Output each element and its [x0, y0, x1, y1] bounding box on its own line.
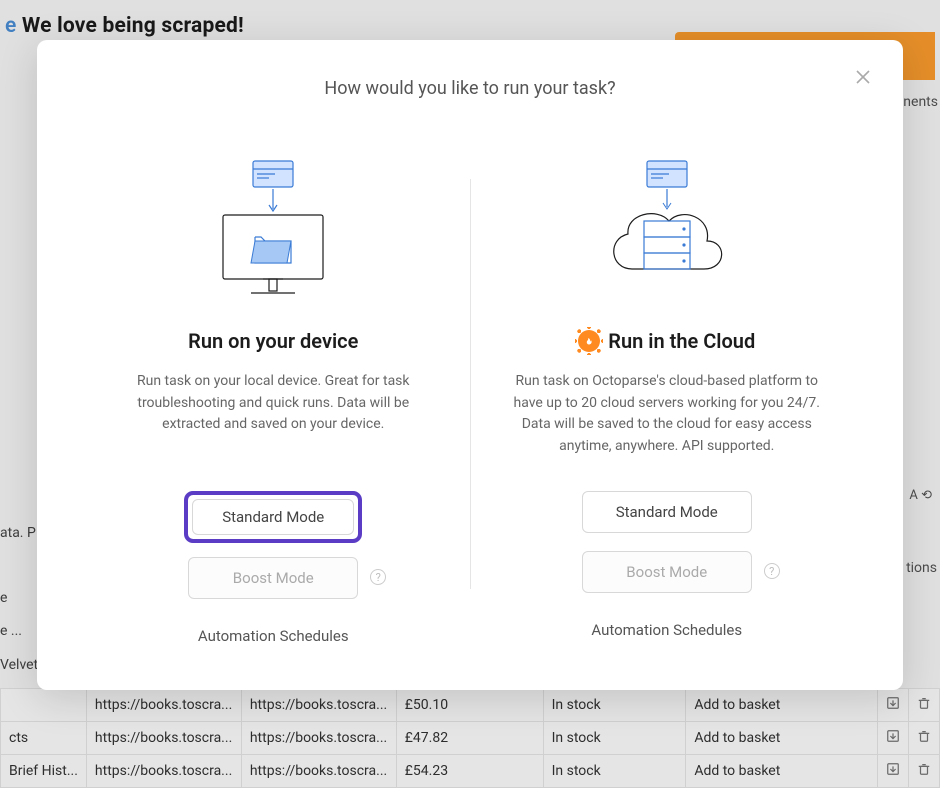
run-task-modal: How would you like to run your task? — [37, 40, 903, 690]
help-icon[interactable]: ? — [370, 569, 386, 585]
local-standard-mode-button[interactable]: Standard Mode — [192, 499, 354, 535]
cloud-boost-mode-button[interactable]: Boost Mode — [582, 551, 752, 593]
modal-title: How would you like to run your task? — [77, 78, 863, 99]
cloud-standard-mode-button[interactable]: Standard Mode — [582, 491, 752, 533]
cloud-automation-schedules-link[interactable]: Automation Schedules — [591, 621, 742, 639]
run-cloud-description: Run task on Octoparse's cloud-based plat… — [501, 371, 834, 461]
local-boost-mode-button[interactable]: Boost Mode — [188, 557, 358, 599]
help-icon[interactable]: ? — [764, 563, 780, 579]
run-local-title: Run on your device — [188, 329, 358, 353]
modal-overlay: How would you like to run your task? — [0, 0, 940, 788]
close-icon — [855, 69, 871, 85]
run-local-option: Run on your device Run task on your loca… — [77, 159, 470, 679]
premium-badge-icon — [578, 330, 600, 352]
run-cloud-title: Run in the Cloud — [578, 329, 755, 353]
device-illustration — [203, 159, 343, 299]
local-automation-schedules-link[interactable]: Automation Schedules — [198, 627, 349, 645]
highlighted-standard-mode: Standard Mode — [184, 491, 362, 543]
close-button[interactable] — [851, 66, 875, 90]
run-local-description: Run task on your local device. Great for… — [107, 371, 440, 461]
run-cloud-option: Run in the Cloud Run task on Octoparse's… — [471, 159, 864, 679]
cloud-illustration — [592, 159, 742, 299]
